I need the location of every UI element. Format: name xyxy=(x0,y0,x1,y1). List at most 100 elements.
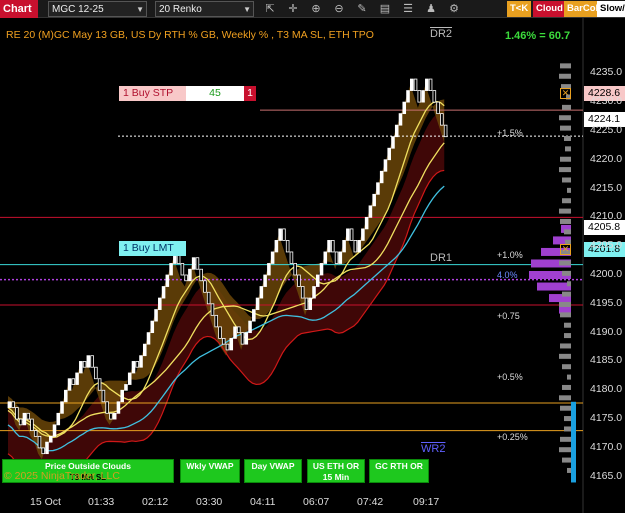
chart-panel[interactable] xyxy=(0,18,625,513)
cursor-icon[interactable]: ⇱ xyxy=(262,1,278,17)
renko-brick xyxy=(165,274,170,287)
order-marker-icon[interactable]: ✕ xyxy=(560,244,571,255)
cloud-button[interactable]: Cloud xyxy=(533,1,566,17)
buy-stop-close-button[interactable]: 1 xyxy=(244,86,256,101)
renko-brick xyxy=(349,228,354,241)
bar-type-selector[interactable]: 20 Renko ▼ xyxy=(155,1,254,17)
wr2-label: WR2 xyxy=(421,443,446,455)
day-vwap-button[interactable]: Day VWAP xyxy=(244,459,302,483)
renko-brick xyxy=(169,263,173,276)
renko-brick xyxy=(425,78,429,91)
weekly-pct-label: +0.25% xyxy=(497,432,528,442)
tpo-bar xyxy=(564,322,571,328)
zoom-out-icon[interactable]: ⊖ xyxy=(331,1,347,17)
renko-brick xyxy=(293,263,297,276)
renko-brick xyxy=(86,355,91,368)
renko-brick xyxy=(323,251,328,264)
price-tick-label: 4165.0 xyxy=(590,469,623,482)
weekly-pct-label: +0.75 xyxy=(497,311,520,321)
instrument-selector[interactable]: MGC 12-25 ▼ xyxy=(48,1,147,17)
buy-stop-qty[interactable]: 45 xyxy=(186,86,244,101)
tpo-bar xyxy=(567,374,571,380)
renko-brick xyxy=(26,412,30,420)
renko-brick xyxy=(18,418,23,426)
renko-brick xyxy=(440,113,444,126)
time-tick-label: 04:11 xyxy=(250,496,276,508)
renko-brick xyxy=(376,182,380,195)
crosshair-icon[interactable]: ✛ xyxy=(285,1,301,17)
renko-brick xyxy=(56,412,61,426)
time-tick-label: 06:07 xyxy=(303,496,330,508)
renko-brick xyxy=(443,124,448,138)
price-tick-label: 4175.0 xyxy=(590,412,623,425)
renko-brick xyxy=(67,378,72,391)
tpo-bar xyxy=(559,115,571,121)
buy-stop-order[interactable]: 1 Buy STP 45 1 xyxy=(119,86,256,101)
list-icon[interactable]: ☰ xyxy=(400,1,416,17)
draw-icon[interactable]: ✎ xyxy=(354,1,370,17)
properties-icon[interactable]: ▤ xyxy=(377,1,393,17)
renko-brick xyxy=(237,326,241,334)
tpo-bar xyxy=(562,198,571,204)
tpo-bar xyxy=(562,177,571,183)
renko-brick xyxy=(240,332,245,345)
tpo-bar xyxy=(562,364,571,370)
renko-brick xyxy=(142,343,147,357)
renko-brick xyxy=(379,170,384,184)
renko-brick xyxy=(203,280,207,293)
tpo-bar xyxy=(559,167,571,173)
tpo-bar xyxy=(559,353,571,359)
settings-icon[interactable]: ⚙ xyxy=(446,1,462,17)
renko-brick xyxy=(319,263,324,276)
tpo-bar xyxy=(567,281,571,287)
time-tick-label: 09:17 xyxy=(413,496,440,508)
buy-limit-order[interactable]: 1 Buy LMT xyxy=(119,241,186,256)
chart-menu-button[interactable]: Chart xyxy=(0,0,38,18)
renko-brick xyxy=(409,78,414,91)
renko-brick xyxy=(22,412,27,426)
volume-profile-bar xyxy=(537,282,571,291)
renko-brick xyxy=(116,401,121,414)
renko-brick xyxy=(289,251,294,264)
tpo-bar xyxy=(564,333,571,339)
price-tick-label: 4230.0 xyxy=(590,95,623,108)
renko-brick xyxy=(210,303,215,316)
tpo-bar xyxy=(562,291,571,297)
slow-button[interactable]: Slow/I xyxy=(597,1,625,17)
renko-brick xyxy=(331,240,335,253)
tk-button[interactable]: T<K xyxy=(507,1,532,17)
renko-brick xyxy=(11,401,15,408)
renko-brick xyxy=(300,286,305,299)
strategy-icon[interactable]: ♟ xyxy=(423,1,439,17)
renko-brick xyxy=(229,337,234,351)
bar-type-value: 20 Renko xyxy=(159,4,202,15)
zoom-in-icon[interactable]: ⊕ xyxy=(308,1,324,17)
dr2-label: DR2 xyxy=(430,28,453,40)
toolbar: Chart MGC 12-25 ▼ 20 Renko ▼ ⇱ ✛ ⊕ ⊖ ✎ ▤… xyxy=(0,0,625,18)
renko-brick xyxy=(30,418,34,432)
tpo-bar xyxy=(562,104,571,110)
renko-brick xyxy=(391,136,395,149)
renko-brick xyxy=(394,124,399,138)
price-tick-label: 4220.0 xyxy=(590,152,623,165)
renko-brick xyxy=(252,309,256,322)
renko-brick xyxy=(90,355,94,368)
renko-brick xyxy=(334,251,339,264)
renko-brick xyxy=(214,314,218,328)
tpo-bar xyxy=(567,467,571,473)
renko-brick xyxy=(357,240,361,253)
order-marker-icon[interactable]: ✕ xyxy=(560,88,571,99)
buy-stop-label[interactable]: 1 Buy STP xyxy=(119,86,186,101)
us-eth-or-button[interactable]: US ETH OR 15 Min xyxy=(307,459,365,483)
renko-brick xyxy=(135,361,140,368)
copyright-text: © 2025 NinjaTrader, LLC xyxy=(4,470,120,482)
gc-rth-or-button[interactable]: GC RTH OR xyxy=(369,459,429,483)
renko-brick xyxy=(274,240,279,253)
renko-brick xyxy=(361,228,365,241)
barcol-button[interactable]: BarCol xyxy=(564,1,602,17)
wkly-vwap-button[interactable]: Wkly VWAP xyxy=(180,459,240,483)
tpo-bar xyxy=(560,312,571,318)
renko-brick xyxy=(308,297,313,310)
price-chart[interactable] xyxy=(0,18,625,513)
renko-brick xyxy=(184,274,188,282)
